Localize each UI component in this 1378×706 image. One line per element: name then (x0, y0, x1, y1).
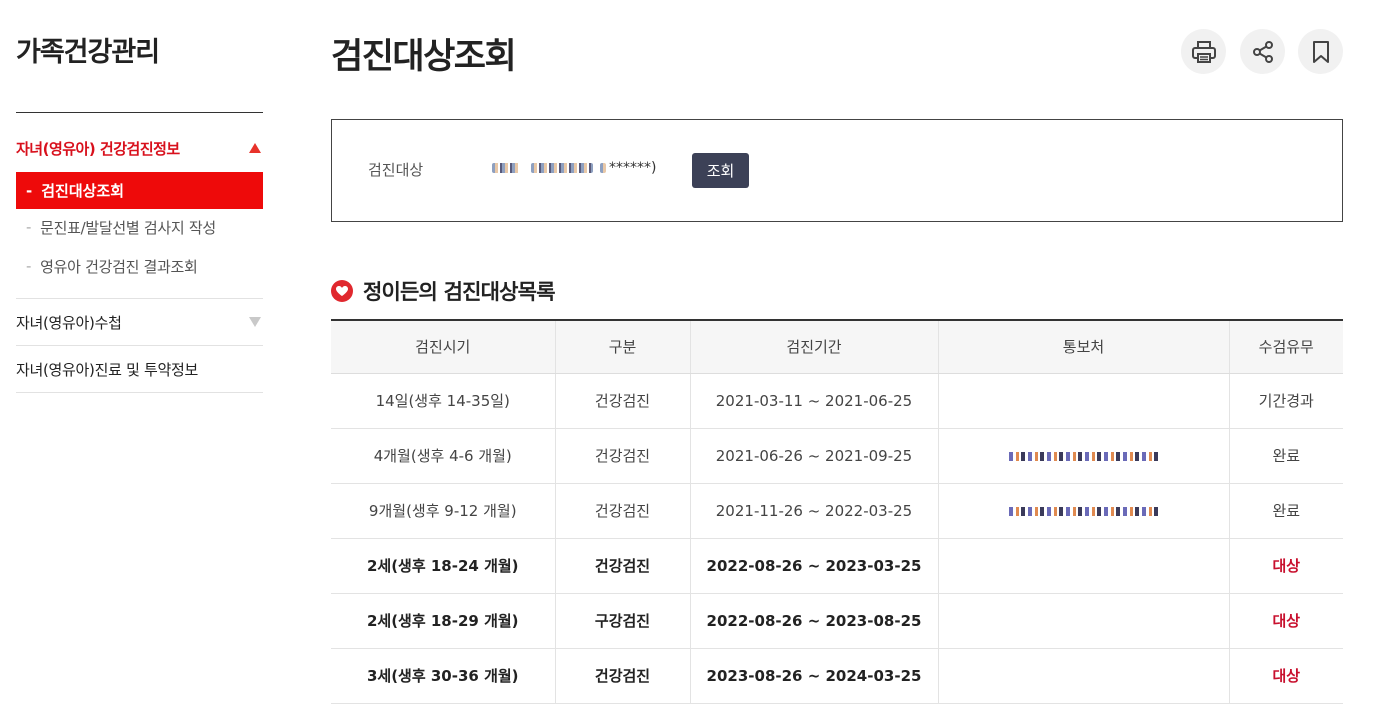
cell-status: 대상 (1228, 648, 1343, 704)
masked-notice (1008, 506, 1159, 516)
list-heading-text: 정이든의 검진대상목록 (363, 280, 556, 304)
column-header-notice: 통보처 (937, 319, 1229, 374)
table-row: 2세(생후 18-24 개월) 건강검진 2022-08-26 ~ 2023-0… (331, 538, 1343, 594)
column-header-type: 구분 (554, 319, 690, 374)
sidebar-sub-item-results[interactable]: - 영유아 건강검진 결과조회 (16, 251, 263, 281)
cell-timing: 4개월(생후 4-6 개월) (331, 428, 555, 484)
column-header-status: 수검유무 (1228, 319, 1343, 374)
table-row: 14일(생후 14-35일) 건강검진 2021-03-11 ~ 2021-06… (331, 373, 1343, 429)
table-row: 9개월(생후 9-12 개월) 건강검진 2021-11-26 ~ 2022-0… (331, 483, 1343, 539)
dash-mark: - (26, 257, 32, 275)
cell-timing: 9개월(생후 9-12 개월) (331, 483, 555, 539)
table-row: 2세(생후 18-29 개월) 구강검진 2022-08-26 ~ 2023-0… (331, 593, 1343, 649)
collapse-triangle-icon (249, 143, 261, 153)
sidebar-sub-item-label: 영유아 건강검진 결과조회 (40, 257, 198, 276)
sidebar-sub-item-label: 검진대상조회 (41, 182, 125, 200)
expand-triangle-icon (249, 317, 261, 327)
masked-notice (1008, 451, 1159, 461)
cell-timing: 3세(생후 30-36 개월) (331, 648, 555, 704)
search-button[interactable]: 조회 (692, 153, 749, 188)
cell-timing: 14일(생후 14-35일) (331, 373, 555, 429)
search-panel: 검진대상 ******) 조회 (331, 119, 1343, 222)
sidebar-sub-item-target-lookup[interactable]: - 검진대상조회 (16, 172, 263, 209)
sidebar-title: 가족건강관리 (16, 37, 160, 68)
table-row: 3세(생후 30-36 개월) 건강검진 2023-08-26 ~ 2024-0… (331, 648, 1343, 704)
cell-type: 구강검진 (554, 593, 690, 649)
bookmark-icon (1312, 40, 1329, 63)
cell-notice (937, 593, 1229, 649)
cell-type: 건강검진 (554, 483, 690, 539)
sidebar-menu-child-checkup[interactable]: 자녀(영유아) 건강검진정보 (16, 134, 263, 162)
cell-notice (937, 483, 1229, 539)
column-header-timing: 검진시기 (331, 319, 555, 374)
cell-period: 2021-06-26 ~ 2021-09-25 (689, 428, 938, 484)
cell-notice (937, 648, 1229, 704)
cell-status: 완료 (1228, 483, 1343, 539)
print-icon (1191, 40, 1216, 63)
sidebar-sub-item-label: 문진표/발달선별 검사지 작성 (40, 218, 216, 237)
sidebar-menu-label: 자녀(영유아)수첩 (16, 313, 122, 332)
sidebar-menu-label: 자녀(영유아)진료 및 투약정보 (16, 360, 199, 379)
heart-icon (331, 280, 353, 302)
bookmark-button[interactable] (1298, 29, 1343, 74)
cell-timing: 2세(생후 18-29 개월) (331, 593, 555, 649)
sidebar-menu-label: 자녀(영유아) 건강검진정보 (16, 139, 180, 158)
dash-mark: - (26, 218, 32, 236)
table-row: 4개월(생후 4-6 개월) 건강검진 2021-06-26 ~ 2021-09… (331, 428, 1343, 484)
search-target-value: ******) (492, 157, 656, 179)
masked-id (531, 163, 593, 173)
page-title: 검진대상조회 (331, 37, 517, 77)
sidebar-menu-child-handbook[interactable]: 자녀(영유아)수첩 (16, 299, 263, 345)
print-button[interactable] (1181, 29, 1226, 74)
masked-name (492, 163, 520, 173)
cell-period: 2022-08-26 ~ 2023-08-25 (689, 593, 938, 649)
share-icon (1252, 40, 1273, 63)
cell-period: 2023-08-26 ~ 2024-03-25 (689, 648, 938, 704)
table-header-row: 검진시기 구분 검진기간 통보처 수검유무 (331, 319, 1343, 374)
sidebar-divider (16, 112, 263, 113)
sidebar-sub-item-questionnaire[interactable]: - 문진표/발달선별 검사지 작성 (16, 212, 263, 242)
cell-type: 건강검진 (554, 648, 690, 704)
cell-period: 2022-08-26 ~ 2023-03-25 (689, 538, 938, 594)
cell-status: 대상 (1228, 538, 1343, 594)
cell-status: 기간경과 (1228, 373, 1343, 429)
checkup-target-table: 검진시기 구분 검진기간 통보처 수검유무 14일(생후 14-35일) 건강검… (331, 319, 1343, 704)
cell-notice (937, 373, 1229, 429)
dash-mark: - (26, 181, 33, 200)
share-button[interactable] (1240, 29, 1285, 74)
search-label: 검진대상 (368, 161, 424, 179)
cell-notice (937, 538, 1229, 594)
cell-type: 건강검진 (554, 373, 690, 429)
cell-period: 2021-03-11 ~ 2021-06-25 (689, 373, 938, 429)
cell-type: 건강검진 (554, 538, 690, 594)
list-heading: 정이든의 검진대상목록 (331, 276, 556, 306)
masked-id-dot (600, 163, 606, 173)
menu-divider (16, 392, 263, 393)
cell-period: 2021-11-26 ~ 2022-03-25 (689, 483, 938, 539)
cell-type: 건강검진 (554, 428, 690, 484)
cell-timing: 2세(생후 18-24 개월) (331, 538, 555, 594)
sidebar-menu-child-treatment[interactable]: 자녀(영유아)진료 및 투약정보 (16, 346, 263, 392)
cell-status: 대상 (1228, 593, 1343, 649)
cell-notice (937, 428, 1229, 484)
masked-id-suffix: ******) (609, 160, 657, 176)
column-header-period: 검진기간 (689, 319, 938, 374)
cell-status: 완료 (1228, 428, 1343, 484)
